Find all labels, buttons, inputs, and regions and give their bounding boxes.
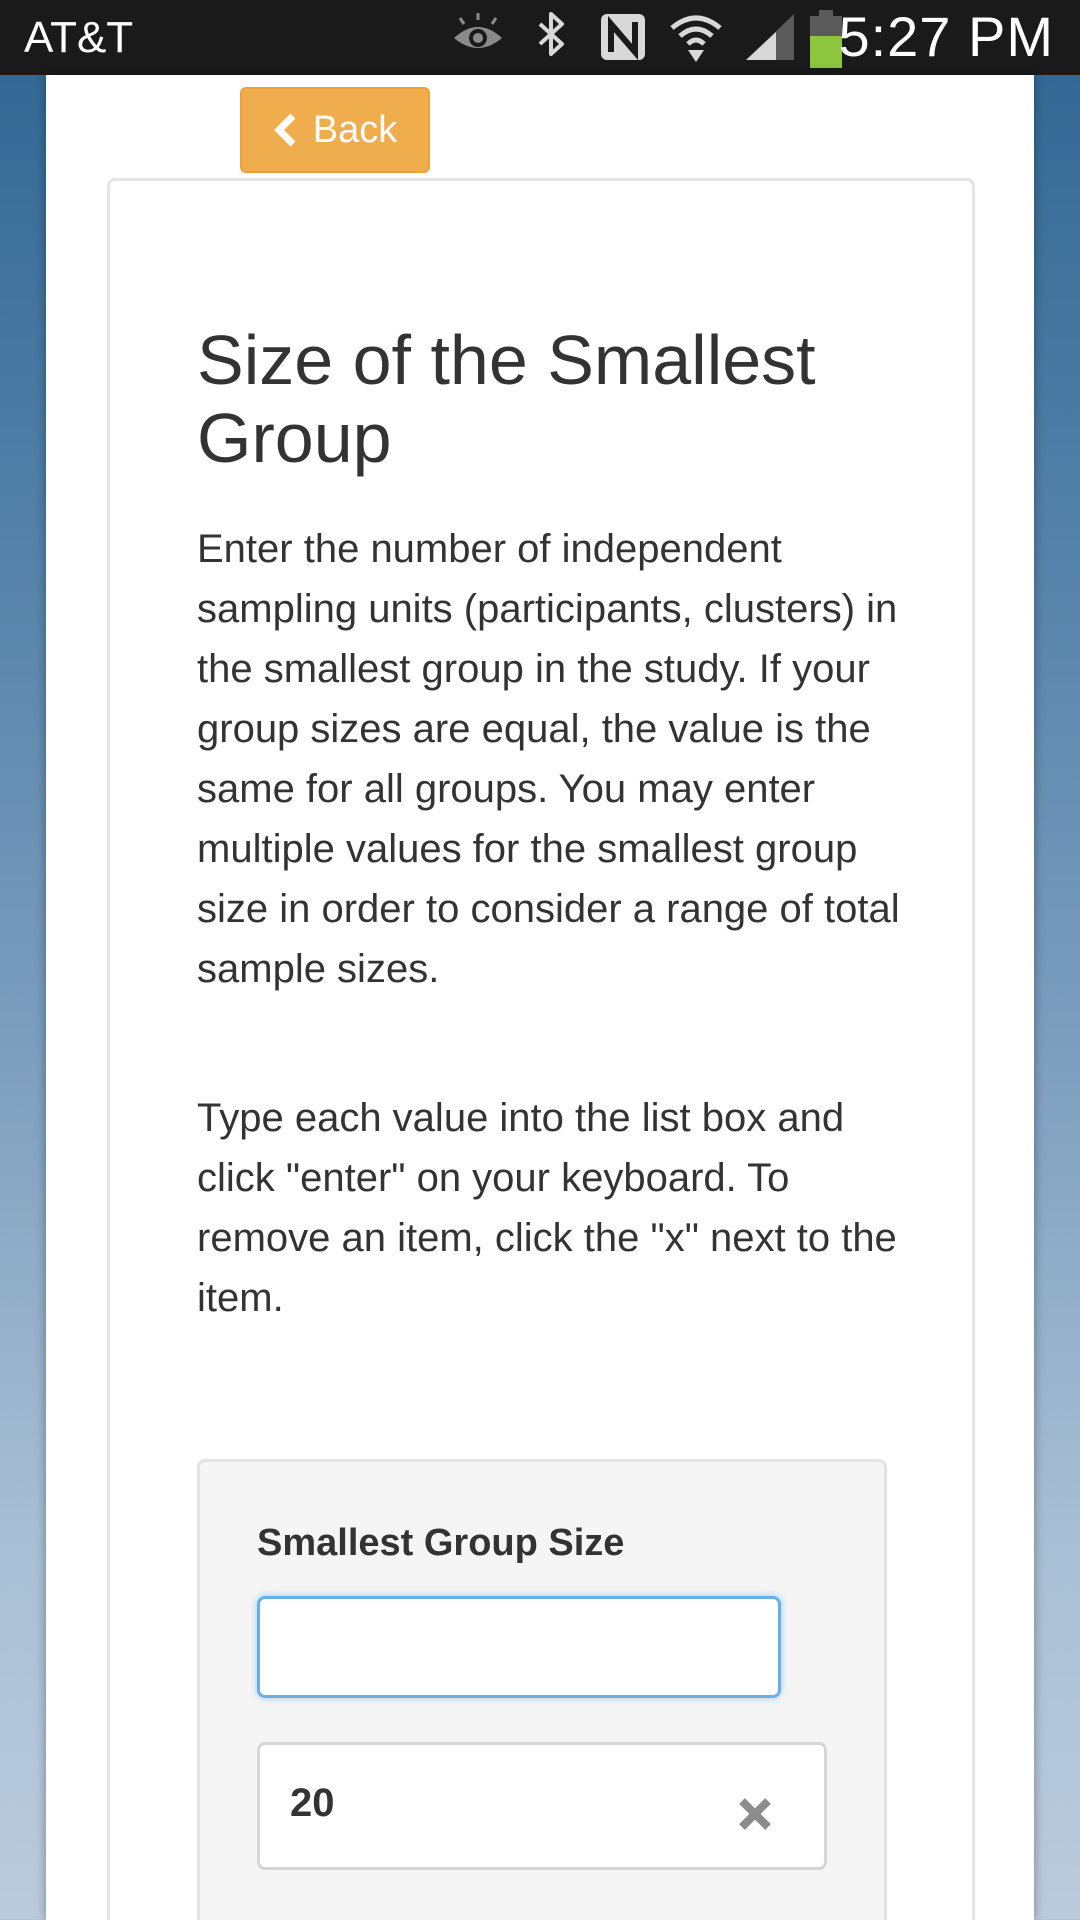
page-container: Back Size of the Smallest Group Enter th… bbox=[46, 75, 1034, 1920]
bluetooth-icon bbox=[538, 12, 564, 56]
page-title: Size of the Smallest Group bbox=[197, 321, 816, 477]
content-card: Size of the Smallest Group Enter the num… bbox=[107, 178, 975, 1920]
clock: 5:27 PM bbox=[838, 5, 1054, 68]
field-label: Smallest Group Size bbox=[257, 1522, 625, 1564]
remove-x-icon[interactable] bbox=[736, 1795, 774, 1833]
back-button[interactable]: Back bbox=[240, 87, 430, 173]
description-paragraph: Enter the number of independent sampling… bbox=[197, 527, 900, 991]
signal-icon bbox=[746, 14, 794, 60]
carrier-name: AT&T bbox=[24, 13, 134, 62]
eye-icon bbox=[454, 13, 502, 48]
list-item-value: 20 bbox=[290, 1781, 335, 1825]
input-well: Smallest Group Size 20 bbox=[197, 1459, 887, 1920]
group-size-input[interactable] bbox=[257, 1596, 781, 1698]
wifi-icon bbox=[670, 15, 722, 62]
chevron-left-icon bbox=[273, 113, 296, 147]
instructions-paragraph: Type each value into the list box and cl… bbox=[197, 1096, 897, 1320]
list-item: 20 bbox=[257, 1742, 827, 1870]
nfc-icon bbox=[601, 14, 645, 61]
status-bar: AT&T 5:27 PM bbox=[0, 0, 1080, 75]
back-button-label: Back bbox=[312, 108, 398, 151]
